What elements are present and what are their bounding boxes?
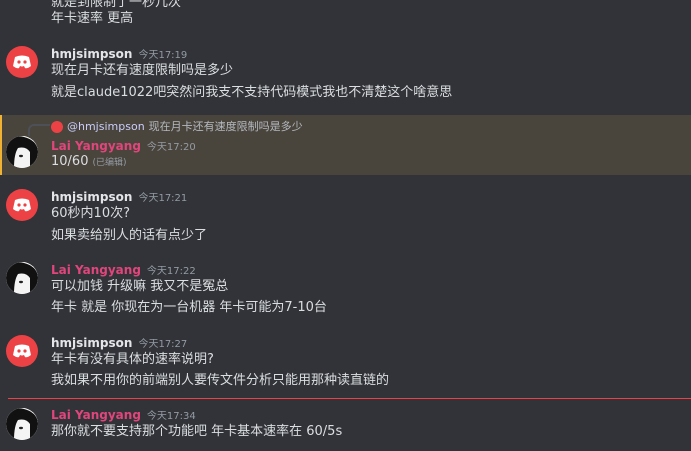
timestamp: 今天17:21 [138,193,188,204]
username[interactable]: Lai Yangyang [51,408,141,422]
timestamp: 今天17:27 [138,339,188,350]
discord-logo-icon [13,344,31,358]
reply-author: @hmjsimpson [67,120,145,133]
timestamp: 今天17:22 [146,266,196,277]
reply-text: 现在月卡还有速度限制吗是多少 [148,120,303,133]
timestamp: 今天17:34 [146,411,196,422]
anime-avatar-icon [6,408,38,440]
reply-preview[interactable]: @hmjsimpson 现在月卡还有速度限制吗是多少 [51,118,303,134]
new-messages-divider [8,398,691,399]
message-text: 10/60 (已编辑) [51,153,127,172]
discord-logo-icon [13,198,31,212]
timestamp: 今天17:19 [138,50,188,61]
message-text: 那你就不要支持那个功能吧 年卡基本速率在 60/5s [51,424,343,439]
username[interactable]: hmjsimpson [51,47,132,61]
message-text: 年卡有没有具体的速率说明? [51,352,214,367]
message-text: 年卡 就是 你现在为一台机器 年卡可能为7-10台 [51,300,327,315]
avatar[interactable] [6,136,38,168]
anime-avatar-icon [6,262,38,294]
message-text: 现在月卡还有速度限制吗是多少 [51,63,234,78]
avatar[interactable] [6,335,38,367]
message-text: 可以加钱 升级嘛 我又不是冤总 [51,279,229,294]
edited-marker: (已编辑) [92,158,127,168]
username[interactable]: hmjsimpson [51,336,132,350]
message-text: 年卡速率 更高 [51,11,134,26]
avatar[interactable] [6,262,38,294]
discord-logo-icon [13,55,31,69]
reply-avatar-icon [51,121,63,133]
message-text: 60秒内10次? [51,206,130,221]
avatar[interactable] [6,189,38,221]
message-text: 我如果不用你的前端别人要传文件分析只能用那种读直链的 [51,373,390,388]
avatar[interactable] [6,46,38,78]
anime-avatar-icon [6,136,38,168]
timestamp: 今天17:20 [146,142,196,153]
message-text-content: 10/60 [51,154,89,169]
username[interactable]: Lai Yangyang [51,139,141,153]
message-text: 如果卖给别人的话有点少了 [51,228,208,243]
username[interactable]: hmjsimpson [51,190,132,204]
reply-spine [28,124,50,136]
avatar[interactable] [6,408,38,440]
message-text: 就是claude1022吧突然问我支不支持代码模式我也不清楚这个啥意思 [51,85,453,100]
username[interactable]: Lai Yangyang [51,263,141,277]
